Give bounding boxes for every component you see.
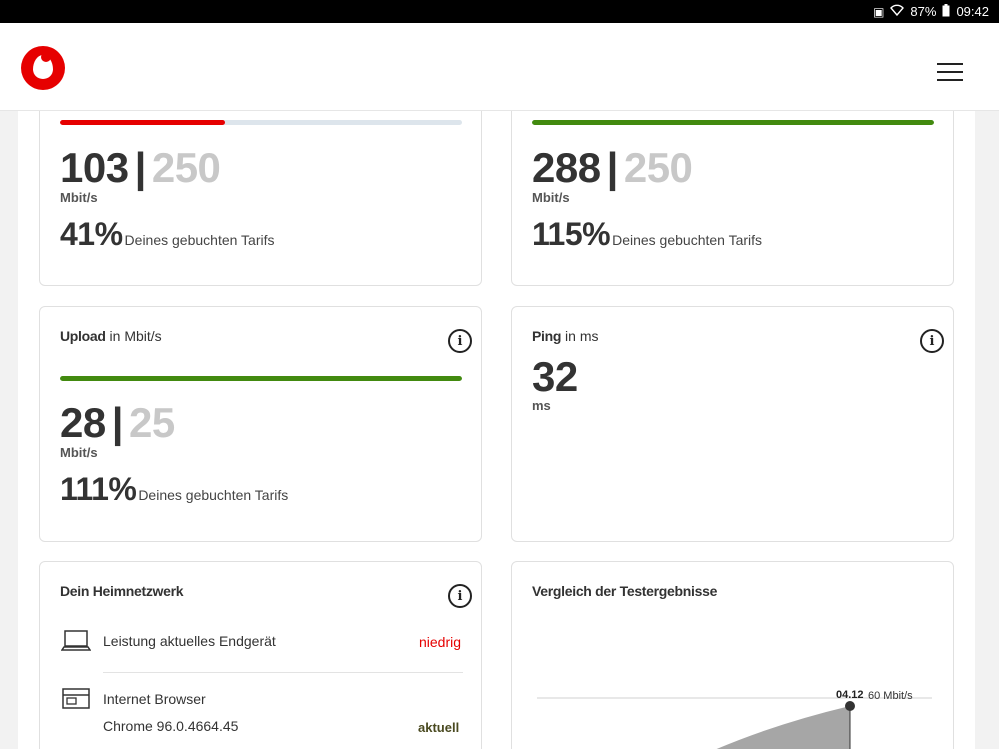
second-progress-bar [532, 120, 934, 125]
ping-value: 32 [532, 353, 578, 400]
upload-percent-row: 111% Deines gebuchten Tarifs [60, 471, 288, 508]
second-unit: Mbit/s [532, 190, 570, 205]
home-network-info-icon[interactable]: i [448, 584, 472, 608]
comparison-card: Vergleich der Testergebnisse 04.12 60 Mb… [511, 561, 954, 749]
download-progress-bar [60, 120, 462, 125]
upload-value: 28 | 25 [60, 399, 175, 446]
download-value: 103 | 250 [60, 144, 221, 191]
second-percent-row: 115% Deines gebuchten Tarifs [532, 216, 762, 253]
vodafone-logo-icon[interactable] [21, 46, 65, 90]
second-measured: 288 [532, 144, 601, 191]
device-performance-label: Leistung aktuelles Endgerät [103, 633, 276, 649]
comparison-chart [537, 697, 932, 749]
hamburger-menu-icon[interactable] [937, 63, 963, 81]
second-percent: 115% [532, 216, 611, 252]
upload-progress-bar [60, 376, 462, 381]
browser-label: Internet Browser [103, 691, 206, 707]
comparison-point-date: 04.12 [836, 689, 864, 701]
sim-icon: ▣ [873, 4, 885, 19]
upload-unit: Mbit/s [60, 445, 98, 460]
ping-title: Ping in ms [532, 328, 599, 344]
comparison-title: Vergleich der Testergebnisse [532, 583, 718, 599]
status-bar: ▣ 87% 09:42 [0, 0, 999, 23]
home-network-title: Dein Heimnetzwerk [60, 583, 184, 599]
row-divider [103, 672, 463, 673]
download-measured: 103 [60, 144, 129, 191]
browser-version: Chrome 96.0.4664.45 [103, 718, 239, 734]
browser-status: aktuell [418, 720, 460, 735]
download-percent-text: Deines gebuchten Tarifs [124, 232, 275, 248]
upload-percent: 111% [60, 471, 137, 507]
comparison-area [716, 706, 850, 749]
comparison-point-value: 60 Mbit/s [868, 690, 913, 702]
download-unit: Mbit/s [60, 190, 98, 205]
laptop-icon [60, 629, 92, 658]
wifi-icon [890, 4, 905, 19]
upload-percent-text: Deines gebuchten Tarifs [138, 487, 289, 503]
ping-card: Ping in ms i 32 ms [511, 306, 954, 542]
results-content: 103 | 250 Mbit/s 41% Deines gebuchten Tarif… [18, 111, 975, 749]
battery-percent: 87% [910, 4, 937, 19]
download-percent: 41% [60, 216, 123, 252]
browser-icon [61, 687, 91, 716]
upload-title: Upload in Mbit/s [60, 328, 162, 344]
upload-card: Upload in Mbit/s i 28 | 25 Mbit/s 111% Dein… [39, 306, 482, 542]
second-booked: 250 [623, 144, 693, 191]
upload-measured: 28 [60, 399, 106, 446]
download-percent-row: 41% Deines gebuchten Tarifs [60, 216, 275, 253]
comparison-point [845, 701, 855, 711]
home-network-card: Dein Heimnetzwerk i Leistung aktuelles E… [39, 561, 482, 749]
clock: 09:42 [956, 4, 989, 19]
second-value: 288 | 250 [532, 144, 693, 191]
second-percent-text: Deines gebuchten Tarifs [612, 232, 763, 248]
ping-info-icon[interactable]: i [920, 329, 944, 353]
ping-unit: ms [532, 398, 551, 413]
device-performance-status: niedrig [419, 634, 462, 650]
upload-info-icon[interactable]: i [448, 329, 472, 353]
second-speed-card: 288 | 250 Mbit/s 115% Deines gebuchten Tari… [511, 111, 954, 286]
download-card: 103 | 250 Mbit/s 41% Deines gebuchten Tarif… [39, 111, 482, 286]
download-booked: 250 [151, 144, 221, 191]
app-header [0, 23, 999, 111]
battery-icon [942, 3, 950, 20]
upload-booked: 25 [128, 399, 175, 446]
